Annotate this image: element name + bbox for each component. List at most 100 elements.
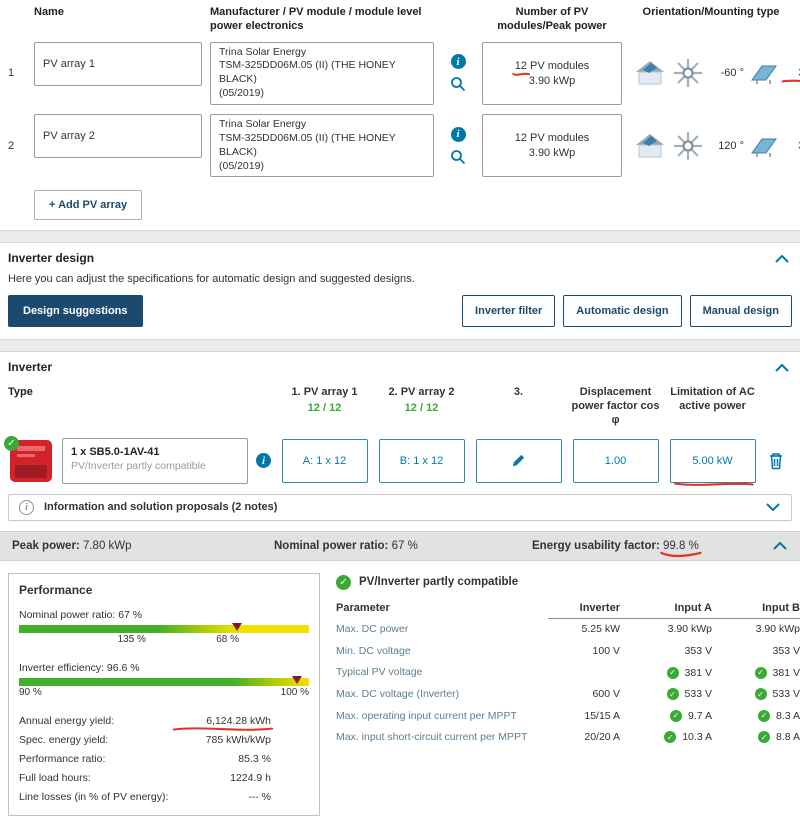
add-pv-array-button[interactable]: + Add PV array xyxy=(34,190,142,220)
inverter-header[interactable]: Inverter xyxy=(8,352,792,380)
section-divider xyxy=(0,339,800,352)
col-header-manufacturer: Manufacturer / PV module / module level … xyxy=(210,6,434,34)
row-number: 2 xyxy=(8,140,26,152)
module-date: (05/2019) xyxy=(219,87,425,101)
tilt-panel-icon[interactable] xyxy=(750,134,778,158)
module-count: 12 PV modules xyxy=(515,132,590,144)
inverter-filter-button[interactable]: Inverter filter xyxy=(462,295,555,327)
col-header-array2: 2. PV array 2 xyxy=(388,386,454,400)
orientation-compass-icon[interactable] xyxy=(672,130,704,162)
peak-power: 3.90 kWp xyxy=(529,75,575,87)
manual-design-button[interactable]: Manual design xyxy=(690,295,792,327)
module-manufacturer: Trina Solar Energy xyxy=(219,118,425,132)
module-count-box[interactable]: 12 PV modules 3.90 kWp xyxy=(482,114,622,177)
inverter-status: PV/Inverter partly compatible xyxy=(71,460,239,472)
pencil-icon xyxy=(511,453,526,468)
module-info-icon[interactable]: i xyxy=(451,127,466,142)
collapse-chevron-up-icon[interactable] xyxy=(774,363,790,372)
pv-table-header: Name Manufacturer / PV module / module l… xyxy=(8,6,792,34)
col-header-input-a: Input A xyxy=(620,602,712,619)
nominal-power-ratio-summary: Nominal power ratio: 67 % xyxy=(274,540,532,552)
pv-module-selector[interactable]: Trina Solar Energy TSM-325DD06M.05 (II) … xyxy=(210,114,434,177)
collapse-chevron-up-icon[interactable] xyxy=(774,254,790,263)
inverter-design-header[interactable]: Inverter design xyxy=(8,243,792,271)
notes-label: Information and solution proposals (2 no… xyxy=(44,501,277,513)
col-header-input-b: Input B xyxy=(712,602,800,619)
inverter-table-header: Type 1. PV array 1 12 / 12 2. PV array 2 1… xyxy=(8,386,792,427)
array1-count: 12 / 12 xyxy=(308,402,342,414)
mounting-type-icon[interactable] xyxy=(634,132,666,160)
annual-energy-yield: Annual energy yield: 6,124.28 kWh xyxy=(19,715,309,727)
ok-check-icon: ✓ xyxy=(755,667,767,679)
azimuth-value: 120 ° xyxy=(710,140,744,152)
edit-input-box[interactable] xyxy=(476,439,562,483)
inverter-selector[interactable]: 1 x SB5.0-1AV-41 PV/Inverter partly comp… xyxy=(62,438,248,484)
orientation-compass-icon[interactable] xyxy=(672,57,704,89)
inverter-title: Inverter xyxy=(8,360,52,374)
pv-module-selector[interactable]: Trina Solar Energy TSM-325DD06M.05 (II) … xyxy=(210,42,434,105)
pv-array-name-input[interactable] xyxy=(34,114,202,158)
module-count-box[interactable]: 12 PV modules 3.90 kWp xyxy=(482,42,622,105)
peak-power-summary: Peak power: 7.80 kWp xyxy=(12,540,274,552)
inverter-design-title: Inverter design xyxy=(8,251,94,265)
col-header-parameter: Parameter xyxy=(336,602,548,618)
trash-icon xyxy=(768,452,784,470)
col-header-orientation: Orientation/Mounting type xyxy=(630,6,792,20)
input-b-box[interactable]: B: 1 x 12 xyxy=(379,439,465,483)
module-name: TSM-325DD06M.05 (II) (THE HONEY BLACK) xyxy=(219,132,425,160)
ok-check-icon: ✓ xyxy=(758,731,770,743)
col-header-ac-limit: Limitation of AC active power xyxy=(664,386,761,414)
module-search-icon[interactable] xyxy=(450,76,466,92)
performance-panel: Performance Nominal power ratio: 67 % 13… xyxy=(8,573,320,816)
inverter-row: ✓ 1 x SB5.0-1AV-41 PV/Inverter partly co… xyxy=(8,438,792,484)
ok-check-icon: ✓ xyxy=(664,731,676,743)
line-losses: Line losses (in % of PV energy): --- % xyxy=(19,791,309,803)
tilt-value: 30 ° xyxy=(784,140,800,152)
results-summary-bar[interactable]: Peak power: 7.80 kWp Nominal power ratio… xyxy=(0,531,800,561)
col-header-cos-phi: Displacement power factor cos φ xyxy=(567,386,664,427)
nominal-ratio-gauge: 135 % 68 % xyxy=(19,625,309,646)
cos-phi-box[interactable]: 1.00 xyxy=(573,439,659,483)
full-load-hours: Full load hours: 1224.9 h xyxy=(19,772,309,784)
col-header-modules: Number of PV modules/Peak power xyxy=(482,6,622,34)
ok-check-icon: ✓ xyxy=(667,667,679,679)
compatible-check-icon: ✓ xyxy=(4,436,19,451)
col-header-3: 3. xyxy=(514,386,523,400)
col-header-name: Name xyxy=(34,6,202,20)
delete-inverter-button[interactable] xyxy=(766,450,786,472)
inverter-info-icon[interactable]: i xyxy=(256,453,271,468)
module-search-icon[interactable] xyxy=(450,149,466,165)
tilt-panel-icon[interactable] xyxy=(750,61,778,85)
ok-check-icon: ✓ xyxy=(667,688,679,700)
col-header-type: Type xyxy=(8,386,276,427)
performance-title: Performance xyxy=(19,583,309,597)
array2-count: 12 / 12 xyxy=(405,402,439,414)
module-info-icon[interactable]: i xyxy=(451,54,466,69)
notes-accordion[interactable]: i Information and solution proposals (2 … xyxy=(8,494,792,521)
section-divider xyxy=(0,230,800,243)
pv-array-name-input[interactable] xyxy=(34,42,202,86)
inverter-design-description: Here you can adjust the specifications f… xyxy=(8,271,792,295)
pv-array-row-2: 2 Trina Solar Energy TSM-325DD06M.05 (II… xyxy=(8,114,792,177)
inverter-design-buttons: Design suggestions Inverter filter Autom… xyxy=(8,295,792,339)
input-a-box[interactable]: A: 1 x 12 xyxy=(282,439,368,483)
compatibility-panel: ✓ PV/Inverter partly compatible Paramete… xyxy=(336,573,800,816)
mounting-type-icon[interactable] xyxy=(634,59,666,87)
energy-usability-summary: Energy usability factor: 99.8 % xyxy=(532,540,772,552)
pv-array-row-1: 1 Trina Solar Energy TSM-325DD06M.05 (II… xyxy=(8,42,792,105)
ac-limit-box[interactable]: 5.00 kW xyxy=(670,439,756,483)
expand-chevron-down-icon[interactable] xyxy=(765,503,781,512)
module-count: 12 PV modules xyxy=(515,60,590,72)
pv-design-page: Name Manufacturer / PV module / module l… xyxy=(0,0,800,816)
inverter-efficiency-gauge: 90 % 100 % xyxy=(19,678,309,699)
collapse-chevron-up-icon[interactable] xyxy=(772,541,788,550)
design-suggestions-button[interactable]: Design suggestions xyxy=(8,295,143,327)
compatibility-table: Parameter Inverter Input A Input B Input… xyxy=(336,602,800,749)
inverter-image: ✓ xyxy=(8,438,54,484)
ok-check-icon: ✓ xyxy=(755,688,767,700)
automatic-design-button[interactable]: Automatic design xyxy=(563,295,681,327)
spec-energy-yield: Spec. energy yield: 785 kWh/kWp xyxy=(19,734,309,746)
nominal-ratio-label: Nominal power ratio: 67 % xyxy=(19,609,309,621)
col-header-array1: 1. PV array 1 xyxy=(291,386,357,400)
module-manufacturer: Trina Solar Energy xyxy=(219,46,425,60)
